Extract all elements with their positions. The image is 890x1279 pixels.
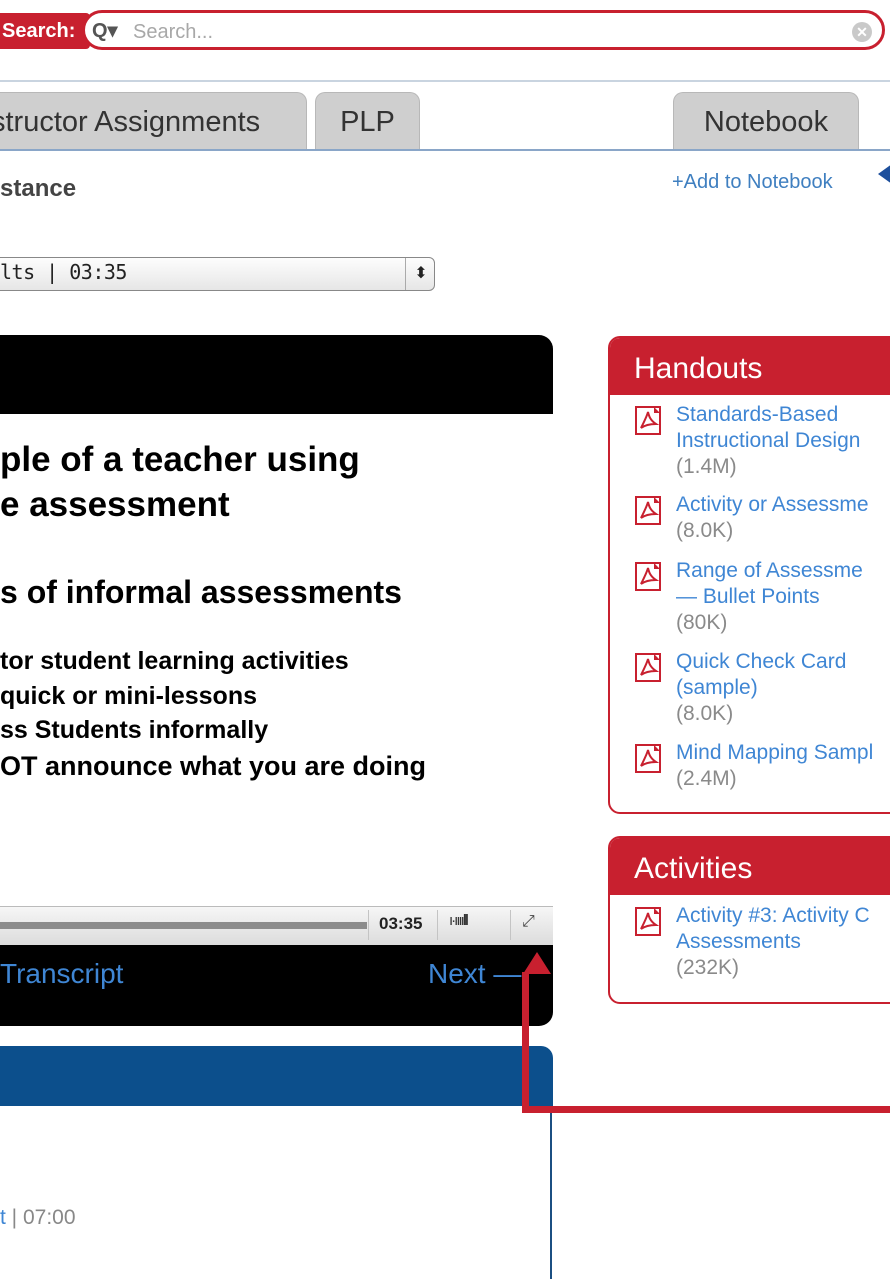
handouts-item-title[interactable]: Standards-Based	[676, 402, 860, 428]
handouts-item-size: (8.0K)	[676, 519, 734, 542]
annotation-line	[522, 972, 529, 1113]
handouts-item-title[interactable]: Range of Assessme	[676, 558, 863, 584]
handouts-item-size: (80K)	[676, 611, 728, 634]
time-display: 03:35	[379, 914, 423, 933]
pdf-icon	[635, 406, 663, 436]
slide-text: tor student learning activities	[0, 647, 349, 675]
tab-instructor-assignments[interactable]: structor Assignments	[0, 92, 307, 150]
tab-notebook[interactable]: Notebook	[673, 92, 859, 150]
annotation-arrow-icon	[523, 952, 551, 974]
pdf-icon	[635, 562, 663, 592]
handouts-item-title[interactable]: Instructional Design	[676, 428, 860, 454]
pdf-icon	[635, 744, 663, 774]
divider	[368, 910, 369, 940]
pdf-icon	[635, 653, 663, 683]
tab-plp[interactable]: PLP	[315, 92, 420, 150]
handouts-title: Handouts	[610, 338, 890, 395]
clear-icon[interactable]: ✕	[852, 22, 872, 42]
activities-item-size: (232K)	[676, 956, 740, 979]
slide-text: quick or mini-lessons	[0, 682, 258, 710]
activities-item-title[interactable]: Assessments	[676, 929, 870, 955]
slide-text: ss Students informally	[0, 716, 269, 744]
tab-divider	[0, 149, 890, 151]
section-header-panel	[0, 1046, 553, 1106]
divider	[510, 910, 511, 940]
handouts-item-size: (2.4M)	[676, 767, 737, 790]
list-item-duration: | 07:00	[5, 1206, 76, 1229]
pdf-icon	[635, 496, 663, 526]
slide-text: OT announce what you are doing	[0, 751, 427, 781]
handouts-item-title[interactable]: (sample)	[676, 675, 846, 701]
search-icon[interactable]: Q▾	[92, 18, 132, 44]
handouts-item-title[interactable]: Activity or Assessme	[676, 492, 869, 518]
add-to-notebook-link[interactable]: +Add to Notebook	[672, 171, 833, 194]
pdf-icon	[635, 907, 663, 937]
page-heading: stance	[0, 175, 77, 202]
handouts-item-title[interactable]: — Bullet Points	[676, 584, 863, 610]
handouts-item-size: (8.0K)	[676, 702, 734, 725]
divider	[437, 910, 438, 940]
divider	[550, 1106, 552, 1279]
handouts-item-title[interactable]: Quick Check Card	[676, 649, 846, 675]
progress-bar[interactable]	[0, 922, 367, 929]
slide-text: s of informal assessments	[0, 574, 402, 610]
list-item: t | 07:00	[0, 1206, 76, 1230]
slide-text: e assessment	[0, 485, 230, 524]
transcript-link[interactable]: Transcript	[0, 958, 123, 990]
slide-text: ple of a teacher using	[0, 440, 360, 479]
search-input[interactable]	[133, 18, 833, 46]
video-select-value: lts | 03:35	[0, 260, 127, 284]
volume-icon[interactable]: ı·ıııılll	[449, 912, 469, 929]
arrow-left-icon	[878, 164, 890, 184]
activities-title: Activities	[610, 838, 890, 895]
handouts-item-title[interactable]: Mind Mapping Sampl	[676, 740, 873, 766]
select-arrows-icon[interactable]: ⬍	[405, 258, 436, 290]
fullscreen-icon[interactable]: ⤢	[522, 913, 535, 931]
search-label: Search:	[0, 13, 90, 49]
divider	[0, 80, 890, 82]
activities-item-title[interactable]: Activity #3: Activity C	[676, 903, 870, 929]
next-link[interactable]: Next —	[428, 958, 521, 990]
annotation-line	[522, 1106, 890, 1113]
handouts-item-size: (1.4M)	[676, 455, 737, 478]
